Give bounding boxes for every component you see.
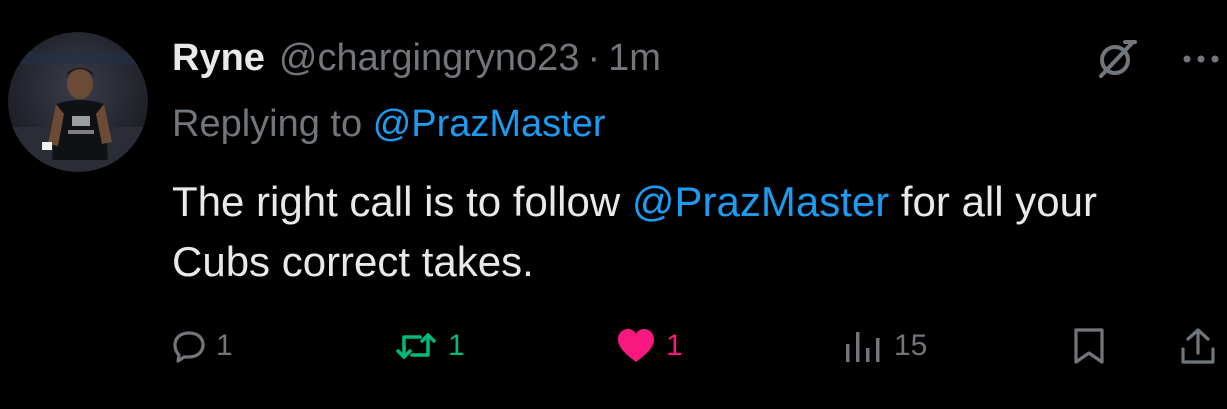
tweet-text-part1: The right call is to follow [172, 178, 621, 225]
views-button[interactable]: 15 [844, 318, 927, 374]
tweet-top-actions [1095, 36, 1221, 85]
tweet[interactable]: Ryne @chargingryno23 · 1m Replying to @P… [0, 0, 1227, 409]
retweet-count: 1 [448, 329, 465, 362]
tweet-mention-link[interactable]: @PrazMaster [632, 178, 889, 225]
retweet-icon [396, 333, 436, 359]
views-icon [846, 332, 880, 362]
tweet-text-line2: Cubs correct takes. [172, 238, 534, 285]
more-icon [1183, 55, 1219, 62]
like-button[interactable]: 1 [616, 318, 683, 374]
author-name[interactable]: Ryne [172, 30, 265, 86]
views-count: 15 [894, 329, 928, 362]
tweet-header: Ryne @chargingryno23 · 1m [172, 30, 661, 86]
reply-icon [173, 331, 205, 363]
grok-button[interactable] [1095, 36, 1139, 85]
like-count: 1 [666, 329, 683, 362]
grok-icon [1099, 40, 1137, 78]
avatar-photo-icon [8, 32, 148, 172]
tweet-actions-bar: 1 1 1 15 [172, 318, 1227, 374]
more-button[interactable] [1181, 52, 1221, 70]
reply-count: 1 [216, 329, 233, 362]
reply-button[interactable]: 1 [172, 318, 233, 374]
reply-context: Replying to @PrazMaster [172, 96, 606, 152]
share-icon [1181, 328, 1215, 364]
tweet-text-part2: for all your [900, 178, 1097, 225]
share-button[interactable] [1180, 318, 1216, 374]
avatar[interactable] [8, 32, 148, 172]
retweet-button[interactable]: 1 [394, 318, 465, 374]
reply-mention-link[interactable]: @PrazMaster [373, 103, 606, 145]
separator-dot: · [587, 37, 601, 79]
tweet-text: The right call is to follow @PrazMaster … [172, 172, 1227, 292]
author-handle[interactable]: @chargingryno23 [279, 30, 580, 86]
bookmark-button[interactable] [1072, 318, 1106, 374]
replying-to-label: Replying to [172, 103, 363, 145]
bookmark-icon [1074, 328, 1104, 364]
timestamp[interactable]: 1m [608, 30, 661, 86]
heart-icon [618, 329, 654, 362]
